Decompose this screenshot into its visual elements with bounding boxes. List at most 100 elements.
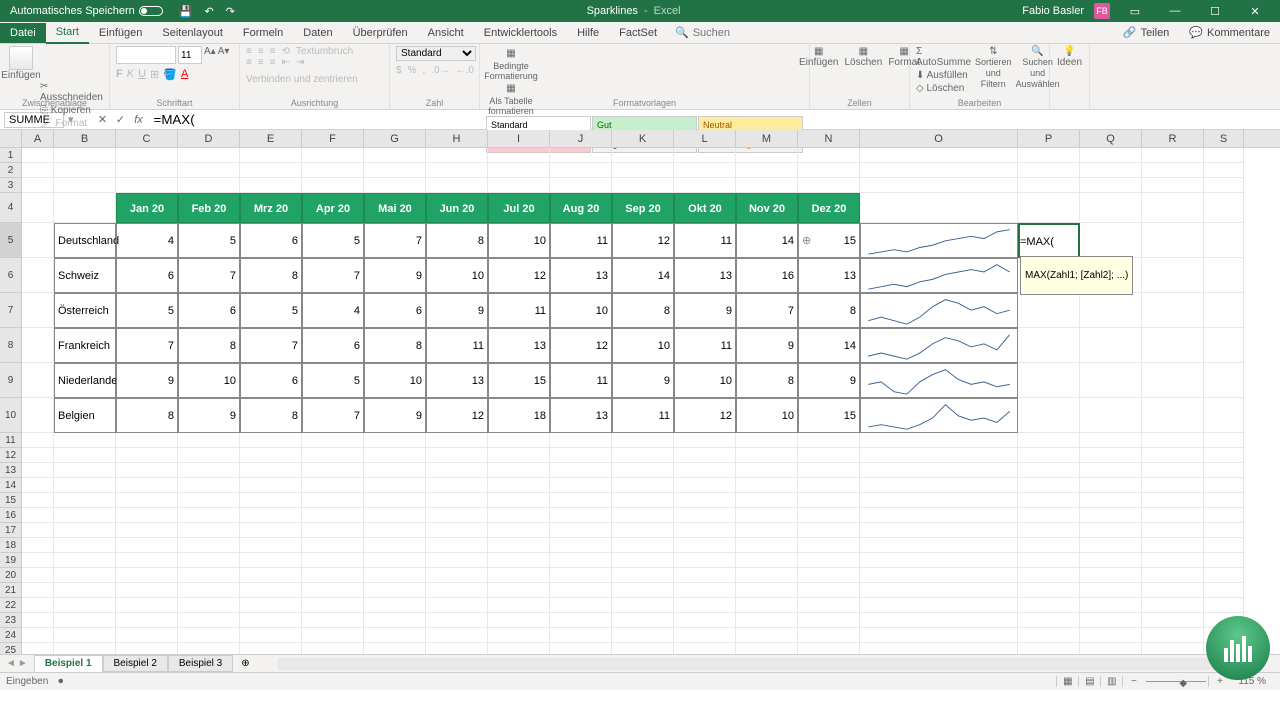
cell-S14[interactable] — [1204, 478, 1244, 493]
cell-J7[interactable]: 10 — [550, 293, 612, 328]
decimal-dec-icon[interactable]: ←.0 — [456, 65, 474, 76]
row-header-2[interactable]: 2 — [0, 163, 22, 178]
cell-R3[interactable] — [1142, 178, 1204, 193]
cell-G6[interactable]: 9 — [364, 258, 426, 293]
cell-D5[interactable]: 5 — [178, 223, 240, 258]
cell-E16[interactable] — [240, 508, 302, 523]
cell-K18[interactable] — [612, 538, 674, 553]
cell-A21[interactable] — [22, 583, 54, 598]
cell-H10[interactable]: 12 — [426, 398, 488, 433]
cell-F2[interactable] — [302, 163, 364, 178]
cell-Q19[interactable] — [1080, 553, 1142, 568]
cell-G19[interactable] — [364, 553, 426, 568]
cell-M18[interactable] — [736, 538, 798, 553]
horizontal-scrollbar[interactable] — [278, 658, 1260, 670]
cell-I13[interactable] — [488, 463, 550, 478]
cell-P13[interactable] — [1018, 463, 1080, 478]
cell-M9[interactable]: 8 — [736, 363, 798, 398]
cell-F5[interactable]: 5 — [302, 223, 364, 258]
cell-N21[interactable] — [798, 583, 860, 598]
cell-K13[interactable] — [612, 463, 674, 478]
cell-S6[interactable] — [1204, 258, 1244, 293]
cell-A13[interactable] — [22, 463, 54, 478]
sheet-nav-prev-icon[interactable]: ◄ — [6, 658, 16, 669]
cell-S1[interactable] — [1204, 148, 1244, 163]
cell-C1[interactable] — [116, 148, 178, 163]
cell-R9[interactable] — [1142, 363, 1204, 398]
align-middle-icon[interactable]: ≡ — [258, 46, 264, 57]
cell-H24[interactable] — [426, 628, 488, 643]
cell-E18[interactable] — [240, 538, 302, 553]
cell-L13[interactable] — [674, 463, 736, 478]
cell-F17[interactable] — [302, 523, 364, 538]
cell-O19[interactable] — [860, 553, 1018, 568]
cell-F18[interactable] — [302, 538, 364, 553]
column-header-E[interactable]: E — [240, 130, 302, 147]
cell-D14[interactable] — [178, 478, 240, 493]
cell-M13[interactable] — [736, 463, 798, 478]
cell-N18[interactable] — [798, 538, 860, 553]
cell-E7[interactable]: 5 — [240, 293, 302, 328]
align-left-icon[interactable]: ≡ — [246, 57, 252, 68]
cell-C15[interactable] — [116, 493, 178, 508]
cell-Q11[interactable] — [1080, 433, 1142, 448]
cell-O15[interactable] — [860, 493, 1018, 508]
cell-G18[interactable] — [364, 538, 426, 553]
cell-N5[interactable]: ⊕15 — [798, 223, 860, 258]
cell-I11[interactable] — [488, 433, 550, 448]
indent-dec-icon[interactable]: ⇤ — [282, 57, 290, 68]
cell-P21[interactable] — [1018, 583, 1080, 598]
cell-G8[interactable]: 8 — [364, 328, 426, 363]
cell-L23[interactable] — [674, 613, 736, 628]
cell-E9[interactable]: 6 — [240, 363, 302, 398]
cell-E25[interactable] — [240, 643, 302, 654]
cell-Q13[interactable] — [1080, 463, 1142, 478]
minimize-icon[interactable]: — — [1160, 5, 1190, 17]
cell-M15[interactable] — [736, 493, 798, 508]
cell-I8[interactable]: 13 — [488, 328, 550, 363]
cell-L19[interactable] — [674, 553, 736, 568]
sheet-nav-next-icon[interactable]: ► — [18, 658, 28, 669]
row-header-9[interactable]: 9 — [0, 363, 22, 398]
cell-B20[interactable] — [54, 568, 116, 583]
cell-C17[interactable] — [116, 523, 178, 538]
cell-J24[interactable] — [550, 628, 612, 643]
column-header-A[interactable]: A — [22, 130, 54, 147]
cell-C11[interactable] — [116, 433, 178, 448]
cell-I14[interactable] — [488, 478, 550, 493]
cell-K10[interactable]: 11 — [612, 398, 674, 433]
cell-N23[interactable] — [798, 613, 860, 628]
cell-O24[interactable] — [860, 628, 1018, 643]
cell-R24[interactable] — [1142, 628, 1204, 643]
cell-J23[interactable] — [550, 613, 612, 628]
cell-D23[interactable] — [178, 613, 240, 628]
zoom-out-icon[interactable]: − — [1122, 676, 1144, 687]
cell-B15[interactable] — [54, 493, 116, 508]
cell-Q9[interactable] — [1080, 363, 1142, 398]
cell-K3[interactable] — [612, 178, 674, 193]
cell-R12[interactable] — [1142, 448, 1204, 463]
cell-A6[interactable] — [22, 258, 54, 293]
cell-N9[interactable]: 9 — [798, 363, 860, 398]
font-size-input[interactable] — [178, 46, 202, 64]
cell-R21[interactable] — [1142, 583, 1204, 598]
cell-K21[interactable] — [612, 583, 674, 598]
cell-R10[interactable] — [1142, 398, 1204, 433]
file-tab[interactable]: Datei — [0, 23, 46, 43]
row-header-17[interactable]: 17 — [0, 523, 22, 538]
cell-C20[interactable] — [116, 568, 178, 583]
cell-K9[interactable]: 9 — [612, 363, 674, 398]
cell-S13[interactable] — [1204, 463, 1244, 478]
row-header-3[interactable]: 3 — [0, 178, 22, 193]
cell-S17[interactable] — [1204, 523, 1244, 538]
column-header-C[interactable]: C — [116, 130, 178, 147]
cell-D21[interactable] — [178, 583, 240, 598]
cell-Q16[interactable] — [1080, 508, 1142, 523]
cell-K7[interactable]: 8 — [612, 293, 674, 328]
italic-button[interactable]: K — [127, 68, 134, 81]
cell-L24[interactable] — [674, 628, 736, 643]
cell-S10[interactable] — [1204, 398, 1244, 433]
cell-I10[interactable]: 18 — [488, 398, 550, 433]
row-header-6[interactable]: 6 — [0, 258, 22, 293]
share-button[interactable]: 🔗 Teilen — [1113, 22, 1179, 43]
